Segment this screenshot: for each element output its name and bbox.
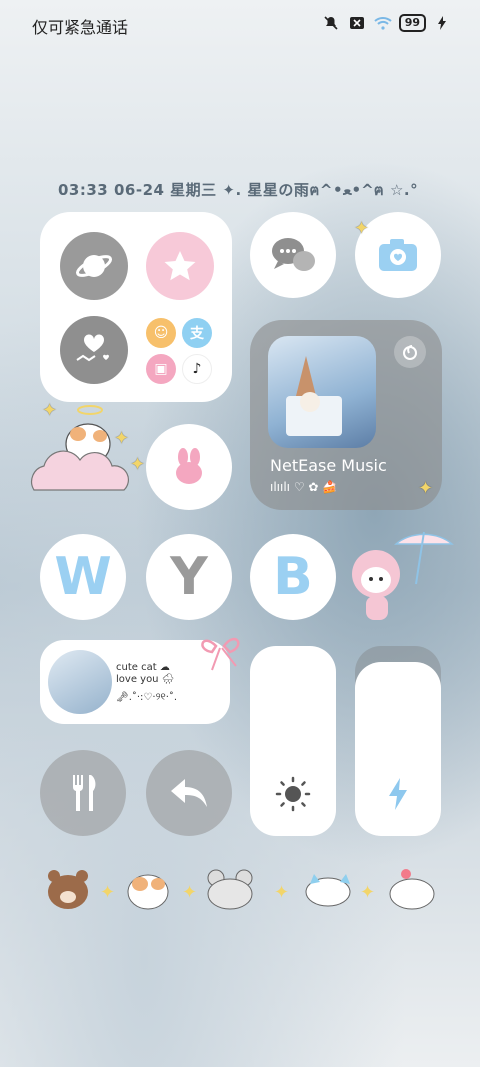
mouse-sticker [207, 869, 253, 910]
charging-icon [432, 15, 452, 31]
photo-caption-line2: love you 🌧 [116, 674, 175, 685]
sparkle-star-icon: ✦ [114, 428, 130, 449]
tv-mini-icon: ▣ [146, 354, 176, 384]
brightness-slider[interactable] [250, 646, 336, 836]
hearts-icon[interactable] [60, 316, 128, 384]
animal-sticker-strip: ✦ ✦ ✦ ✦ [40, 864, 440, 916]
music-title: NetEase Music [270, 456, 387, 475]
sparkle-star-icon: ✦ [130, 454, 146, 475]
alipay-mini-icon: 支 [182, 318, 212, 348]
bolt-icon [380, 776, 416, 812]
chat-bubbles-icon[interactable] [250, 212, 336, 298]
mini-apps-icon[interactable]: ☺ 支 ▣ ♪ [146, 316, 214, 384]
bear-sticker [48, 870, 88, 909]
letter-w-icon[interactable]: W [40, 534, 126, 620]
pink-bow-sticker [194, 624, 258, 674]
blue-cat-sticker [305, 874, 351, 907]
planet-icon[interactable] [60, 232, 128, 300]
carrier-text: 仅可紧急通话 [32, 18, 129, 37]
letter-y-icon[interactable]: Y [146, 534, 232, 620]
svg-text:✦: ✦ [360, 882, 375, 903]
umbrella-character-sticker [346, 524, 454, 628]
puppy-sticker [389, 869, 435, 910]
date-time-line: 03:33 06-24 星期三 ✦. 星星の雨ฅ^•ﻌ•^ฅ ☆.° [58, 181, 419, 199]
svg-text:✦: ✦ [182, 882, 197, 903]
photo-thumbnail[interactable] [48, 650, 112, 714]
status-icons: 99 [321, 14, 452, 32]
svg-text:✦: ✦ [274, 882, 289, 903]
bunny-icon[interactable] [146, 424, 232, 510]
wifi-icon [373, 15, 393, 31]
svg-text:✦: ✦ [100, 882, 115, 903]
sparkle-star-icon: ✦ [354, 218, 370, 239]
sparkle-star-icon: ✦ [42, 400, 58, 421]
photo-caption-line1: cute cat ☁ [116, 662, 170, 673]
sun-icon [275, 776, 311, 812]
tiktok-mini-icon: ♪ [182, 354, 212, 384]
calico-cat-sticker [127, 874, 169, 910]
mute-icon [321, 15, 341, 31]
photo-deco: 🗝.˚·:♡·୨୧·˚. [116, 692, 178, 703]
back-arrow-icon[interactable] [146, 750, 232, 836]
netease-icon[interactable] [394, 336, 426, 368]
album-art[interactable] [268, 336, 376, 448]
sim-off-icon [347, 15, 367, 31]
status-bar: 仅可紧急通话 99 [0, 0, 480, 48]
photo-caption: cute cat ☁ love you 🌧 [116, 662, 174, 686]
star-icon[interactable] [146, 232, 214, 300]
music-widget[interactable]: NetEase Music ılıılı ♡ ✿ 🍰 [250, 320, 442, 510]
smile-mini-icon: ☺ [146, 318, 176, 348]
power-slider[interactable] [355, 662, 441, 836]
sparkle-star-icon: ✦ [418, 478, 434, 499]
letter-b-icon[interactable]: B [250, 534, 336, 620]
music-deco: ılıılı ♡ ✿ 🍰 [270, 480, 338, 494]
app-folder[interactable]: ☺ 支 ▣ ♪ [40, 212, 232, 402]
battery-icon: 99 [398, 14, 426, 32]
fork-knife-icon[interactable] [40, 750, 126, 836]
